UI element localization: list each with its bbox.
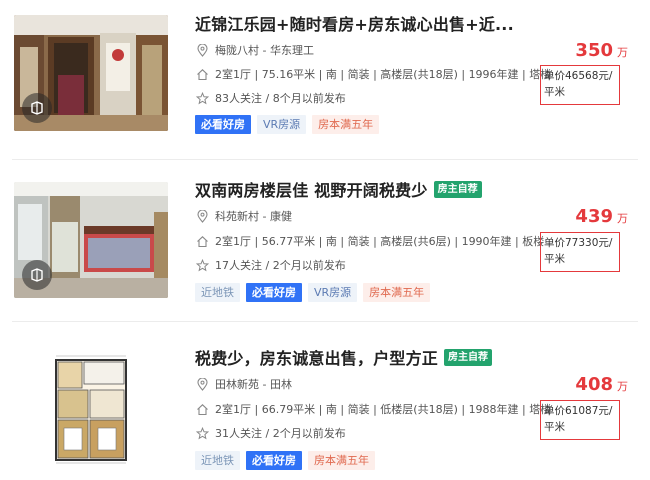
total-price: 350 万: [575, 40, 628, 61]
listing-floorplan[interactable]: [14, 350, 168, 466]
house-details: 2室1厅 | 75.16平米 | 南 | 简装 | 高楼层(共18层) | 19…: [215, 68, 552, 81]
follow-info: 83人关注 / 8个月以前发布: [215, 92, 346, 105]
house-details: 2室1厅 | 56.77平米 | 南 | 简装 | 高楼层(共6层) | 199…: [215, 235, 545, 248]
listing-title[interactable]: 税费少，房东诚意出售，户型方正: [195, 345, 438, 369]
listing-card[interactable]: 税费少，房东诚意出售，户型方正 房主自荐 田林新苑 - 田林 2室1厅 | 66…: [0, 330, 650, 480]
listing-title[interactable]: 近锦江乐园+随时看房+房东诚心出售+近...: [195, 11, 514, 35]
price-unit: 万: [617, 212, 628, 225]
house-info-row: 2室1厅 | 66.79平米 | 南 | 简装 | 低楼层(共18层) | 19…: [195, 401, 551, 417]
location-link[interactable]: 梅陇八村 - 华东理工: [215, 42, 314, 58]
price-unit: 万: [617, 46, 628, 59]
follow-row: 31人关注 / 2个月以前发布: [195, 425, 346, 441]
price-value: 408: [575, 374, 613, 395]
vr-icon[interactable]: [22, 260, 52, 290]
tag-list: 必看好房 VR房源 房本满五年: [195, 115, 380, 134]
tag-vr[interactable]: VR房源: [257, 115, 307, 134]
listing-title[interactable]: 双南两房楼层佳 视野开阔税费少: [195, 177, 428, 201]
tag-list: 近地铁 必看好房 房本满五年: [195, 451, 375, 470]
follow-info: 17人关注 / 2个月以前发布: [215, 259, 346, 272]
price-value: 439: [575, 206, 613, 227]
owner-recommend-badge: 房主自荐: [433, 180, 482, 198]
tag-must-see[interactable]: 必看好房: [246, 451, 302, 470]
location-link[interactable]: 科苑新村 - 康健: [215, 208, 292, 224]
tag-list: 近地铁 必看好房 VR房源 房本满五年: [195, 283, 431, 302]
total-price: 408 万: [575, 374, 628, 395]
house-details: 2室1厅 | 66.79平米 | 南 | 简装 | 低楼层(共18层) | 19…: [215, 403, 552, 416]
location-pin-icon: [195, 43, 209, 57]
listing-photo[interactable]: [14, 182, 168, 298]
follow-row: 83人关注 / 8个月以前发布: [195, 90, 346, 106]
tag-near-subway[interactable]: 近地铁: [195, 283, 240, 302]
tag-five-years[interactable]: 房本满五年: [312, 115, 380, 134]
owner-recommend-badge: 房主自荐: [444, 348, 493, 366]
listing-photo[interactable]: [14, 15, 168, 131]
star-icon: [195, 91, 209, 105]
tag-must-see[interactable]: 必看好房: [195, 115, 251, 134]
location-row: 梅陇八村 - 华东理工: [195, 42, 314, 58]
location-row: 田林新苑 - 田林: [195, 376, 292, 392]
price-value: 350: [575, 40, 613, 61]
divider: [12, 321, 638, 322]
tag-five-years[interactable]: 房本满五年: [363, 283, 431, 302]
tag-must-see[interactable]: 必看好房: [246, 283, 302, 302]
location-pin-icon: [195, 377, 209, 391]
total-price: 439 万: [575, 206, 628, 227]
tag-five-years[interactable]: 房本满五年: [308, 451, 375, 470]
house-info-row: 2室1厅 | 56.77平米 | 南 | 简装 | 高楼层(共6层) | 199…: [195, 233, 544, 249]
house-icon: [195, 402, 209, 416]
house-icon: [195, 234, 209, 248]
unit-price: 单价61087元/平米: [540, 400, 620, 440]
divider: [12, 159, 638, 160]
location-row: 科苑新村 - 康健: [195, 208, 292, 224]
listing-card[interactable]: 双南两房楼层佳 视野开阔税费少 房主自荐 科苑新村 - 康健 2室1厅 | 56…: [0, 162, 650, 322]
house-info-row: 2室1厅 | 75.16平米 | 南 | 简装 | 高楼层(共18层) | 19…: [195, 66, 551, 82]
house-icon: [195, 67, 209, 81]
follow-row: 17人关注 / 2个月以前发布: [195, 257, 346, 273]
listing-card[interactable]: 近锦江乐园+随时看房+房东诚心出售+近... 梅陇八村 - 华东理工 2室1厅 …: [0, 0, 650, 160]
follow-info: 31人关注 / 2个月以前发布: [215, 427, 346, 440]
price-unit: 万: [617, 380, 628, 393]
location-pin-icon: [195, 209, 209, 223]
vr-icon[interactable]: [22, 93, 52, 123]
tag-near-subway[interactable]: 近地铁: [195, 451, 240, 470]
star-icon: [195, 258, 209, 272]
star-icon: [195, 426, 209, 440]
unit-price: 单价77330元/平米: [540, 232, 620, 272]
location-link[interactable]: 田林新苑 - 田林: [215, 376, 292, 392]
unit-price: 单价46568元/平米: [540, 65, 620, 105]
tag-vr[interactable]: VR房源: [308, 283, 358, 302]
